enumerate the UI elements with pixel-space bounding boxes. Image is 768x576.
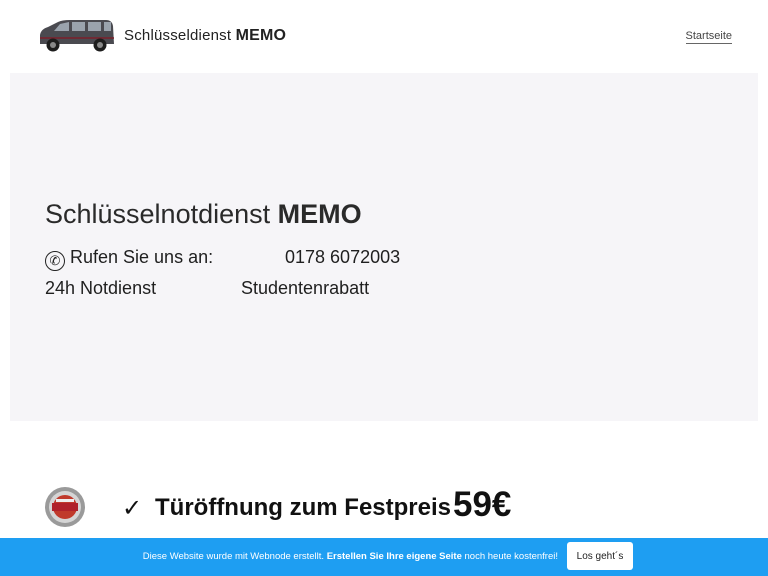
van-logo-icon[interactable] [36, 17, 116, 55]
cookie-text-pre: Diese Website wurde mit Webnode erstellt… [142, 551, 325, 562]
phone-number[interactable]: 0178 6072003 [285, 247, 400, 268]
service-studentenrabatt: Studentenrabatt [241, 278, 370, 298]
hero-title-prefix: Schlüsselnotdienst [45, 199, 271, 229]
cookie-text-link[interactable]: Erstellen Sie Ihre eigene Seite [327, 551, 462, 562]
brand-name[interactable]: Schlüsseldienst MEMO [124, 27, 286, 45]
24h-notdienst-badge-icon [45, 487, 85, 527]
call-label: Rufen Sie uns an: [70, 247, 214, 267]
cookie-accept-button[interactable]: Los geht´s [567, 542, 633, 570]
hero-title: Schlüsselnotdienst MEMO [45, 199, 362, 230]
cookie-text-post: noch heute kostenfrei! [464, 551, 558, 562]
cookie-text: Diese Website wurde mit Webnode erstellt… [0, 551, 768, 562]
cookie-bar: Diese Website wurde mit Webnode erstellt… [0, 538, 768, 576]
call-label-row: ✆ Rufen Sie uns an: [45, 247, 213, 271]
offer-price: 59€ [453, 485, 512, 524]
service-24h: 24h Notdienst [45, 278, 157, 298]
site-header: Schlüsseldienst MEMO Startseite [0, 0, 768, 72]
check-icon: ✓ [122, 495, 143, 522]
nav-startseite-link[interactable]: Startseite [685, 30, 732, 44]
brand-prefix: Schlüsseldienst [124, 27, 232, 44]
brand-bold: MEMO [235, 27, 287, 44]
phone-icon: ✆ [45, 251, 65, 271]
offer-text: Türöffnung zum Festpreis [155, 494, 451, 521]
hero-title-bold: MEMO [277, 199, 362, 229]
hero-section: Schlüsselnotdienst MEMO ✆ Rufen Sie uns a… [10, 73, 758, 421]
